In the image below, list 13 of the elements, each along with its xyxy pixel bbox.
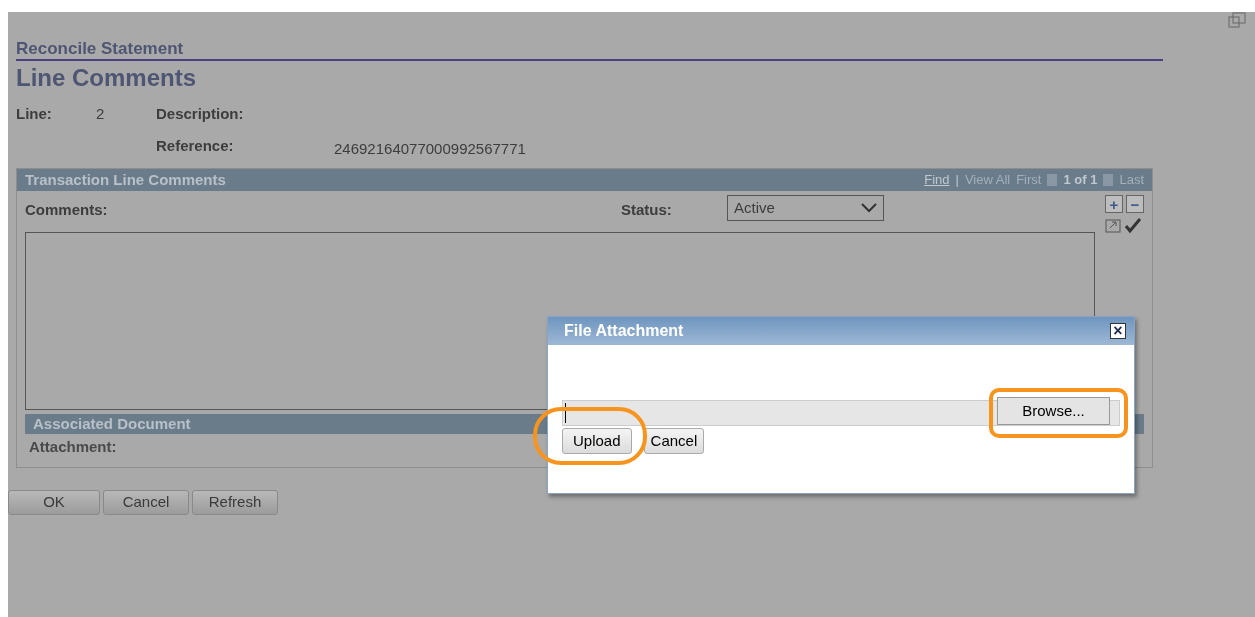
breadcrumb-title: Reconcile Statement — [16, 39, 1163, 61]
field-label: Description: — [156, 104, 245, 124]
dialog-title: File Attachment — [564, 321, 684, 341]
status-label: Status: — [621, 200, 673, 220]
grid-title: Transaction Line Comments — [25, 169, 226, 190]
comments-label: Comments: — [25, 200, 109, 220]
field-label: Line: 2 — [16, 104, 106, 124]
field-label: Reference: — [156, 136, 235, 156]
field-value: 24692164077000992567771 — [334, 139, 527, 159]
page-title: Line Comments — [16, 63, 198, 93]
nav-text: | — [955, 171, 959, 190]
attachment-label: Attachment: — [29, 437, 117, 457]
row-count: 1 of 1 — [1063, 171, 1098, 190]
